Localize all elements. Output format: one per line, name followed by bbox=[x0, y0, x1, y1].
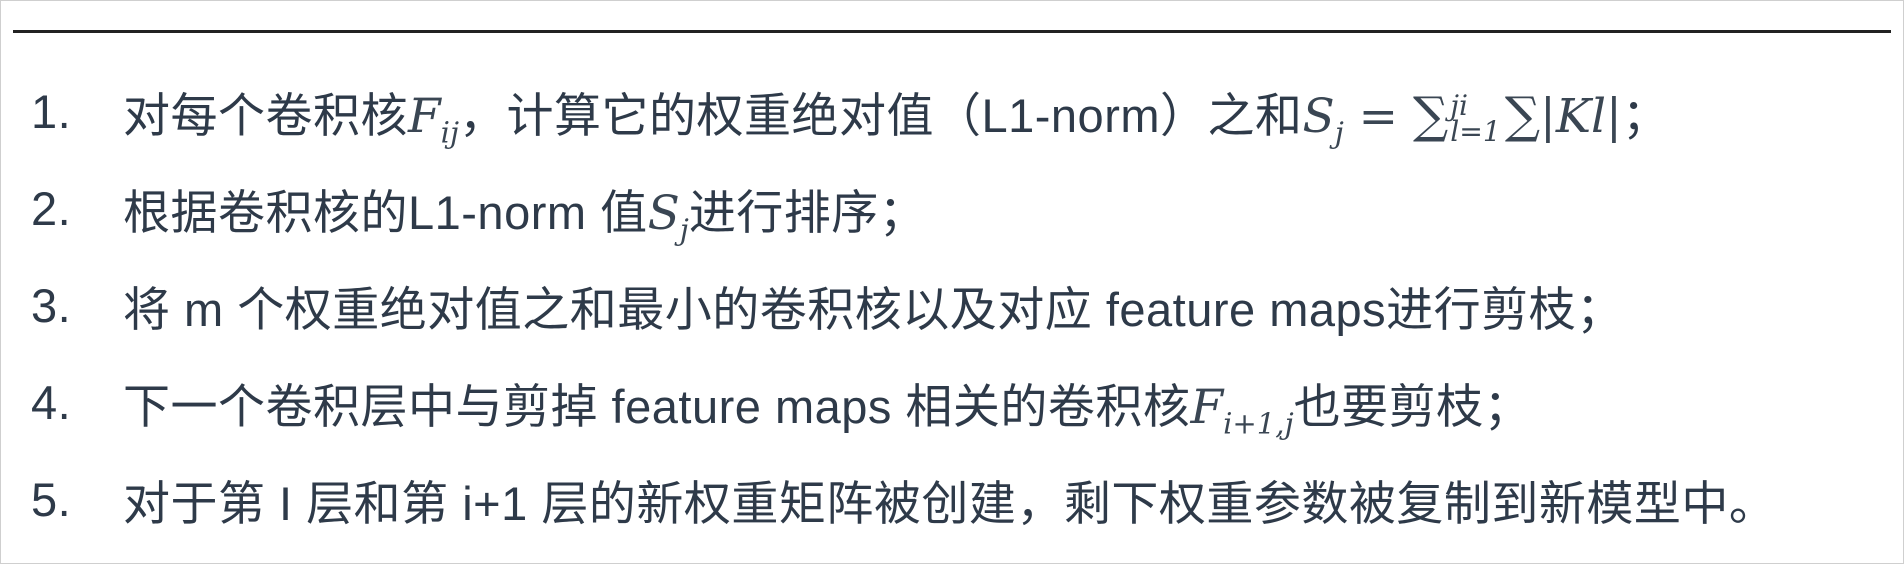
step-text: 下一个卷积层中与剪掉 feature maps 相关的卷积核 bbox=[123, 380, 1191, 433]
math-kernel-f: Fij bbox=[408, 89, 459, 150]
step-number: 3. bbox=[31, 279, 72, 332]
pruning-steps-list: 1. 对每个卷积核 Fij ，计算它的权重绝对值（L1-norm）之和 Sj =… bbox=[31, 63, 1891, 548]
top-rule bbox=[13, 30, 1891, 33]
step-text: ，计算它的权重绝对值（L1-norm）之和 bbox=[458, 89, 1303, 142]
step-content: 根据卷积核的L1-norm 值 Sj 进行排序； bbox=[123, 174, 927, 247]
step-text: 对每个卷积核 bbox=[123, 89, 408, 142]
step-text: 根据卷积核的L1-norm 值 bbox=[123, 186, 648, 239]
step-text: 将 m 个权重绝对值之和最小的卷积核以及对应 feature maps进行剪枝； bbox=[123, 283, 1624, 336]
step-number: 5. bbox=[31, 473, 72, 526]
document-frame: 1. 对每个卷积核 Fij ，计算它的权重绝对值（L1-norm）之和 Sj =… bbox=[0, 0, 1904, 564]
step-text: 也要剪枝； bbox=[1293, 380, 1532, 433]
list-item: 1. 对每个卷积核 Fij ，计算它的权重绝对值（L1-norm）之和 Sj =… bbox=[31, 63, 1891, 160]
step-number: 2. bbox=[31, 182, 72, 235]
step-text: 对于第 I 层和第 i+1 层的新权重矩阵被创建，剩下权重参数被复制到新模型中。 bbox=[123, 477, 1777, 530]
step-content: 下一个卷积层中与剪掉 feature maps 相关的卷积核 Fi+1,j 也要… bbox=[123, 368, 1532, 441]
list-item: 3. 将 m 个权重绝对值之和最小的卷积核以及对应 feature maps进行… bbox=[31, 257, 1891, 354]
step-content: 对每个卷积核 Fij ，计算它的权重绝对值（L1-norm）之和 Sj = ∑ j… bbox=[123, 77, 1670, 150]
math-sum-formula: Sj = ∑ ji l=1 ∑|Kl| bbox=[1302, 86, 1622, 150]
step-text: 进行排序； bbox=[688, 186, 927, 239]
step-number: 4. bbox=[31, 376, 72, 429]
list-item: 4. 下一个卷积层中与剪掉 feature maps 相关的卷积核 Fi+1,j… bbox=[31, 354, 1891, 451]
step-text: ； bbox=[1621, 89, 1670, 142]
step-number: 1. bbox=[31, 85, 72, 138]
list-item: 5. 对于第 I 层和第 i+1 层的新权重矩阵被创建，剩下权重参数被复制到新模… bbox=[31, 451, 1891, 548]
list-item: 2. 根据卷积核的L1-norm 值 Sj 进行排序； bbox=[31, 160, 1891, 257]
math-kernel-f-next: Fi+1,j bbox=[1190, 380, 1294, 441]
math-sum-s: Sj bbox=[647, 186, 689, 247]
